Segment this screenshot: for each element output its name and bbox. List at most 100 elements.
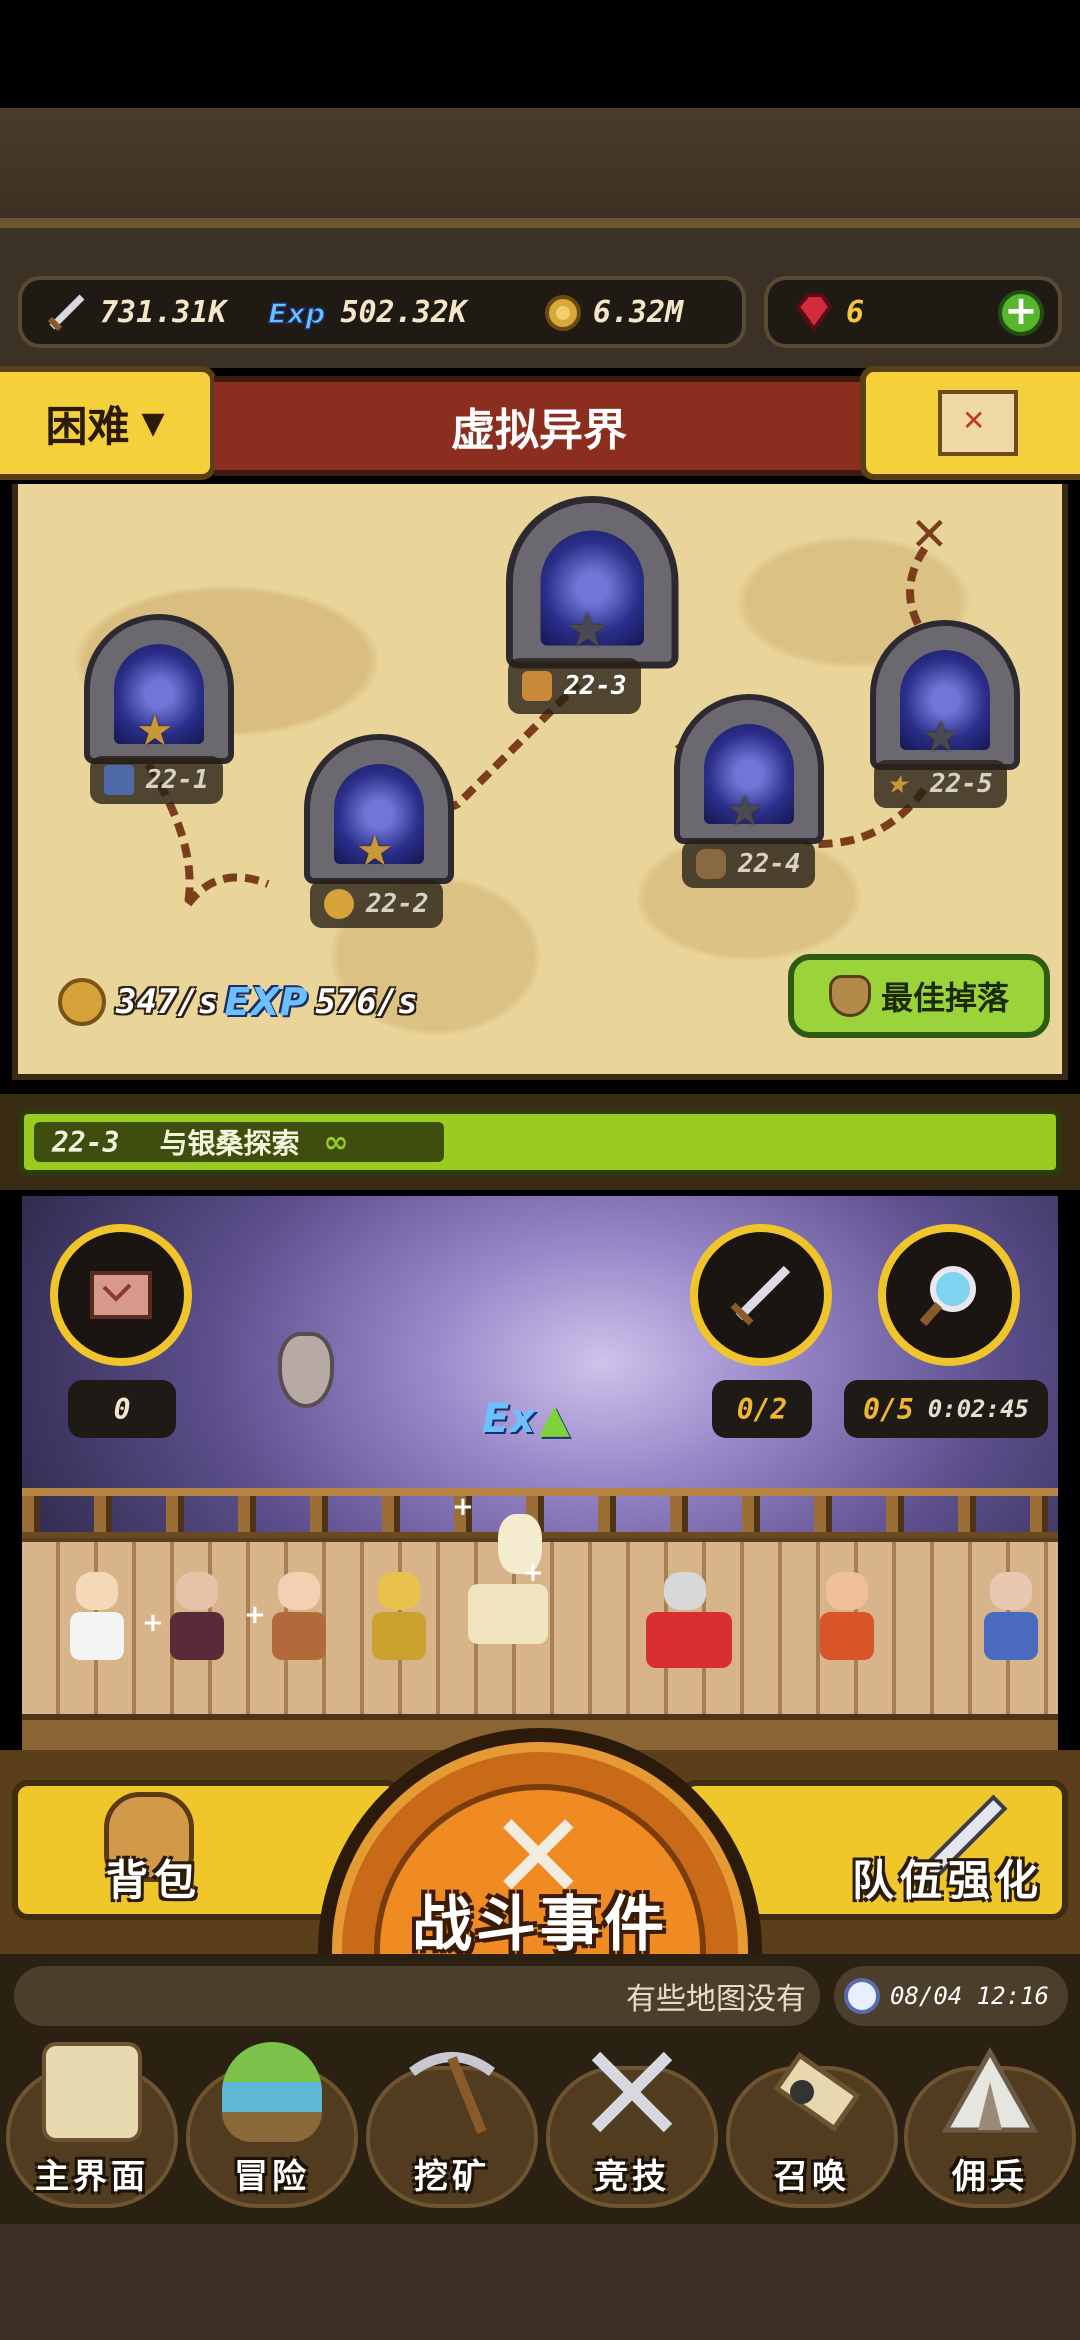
hero-face [378,1572,420,1610]
enemy-sprite [634,1546,744,1668]
stage-label-22-2: 22-2 [310,880,443,928]
gold-resource: 6.32M [537,289,683,335]
gold-icon [537,289,583,335]
stage-name: 与银桑探索 [159,1127,300,1160]
arrow-up-icon: ▲ [539,1396,570,1442]
scroll-count: 0 [68,1380,176,1438]
nav-mining[interactable]: 挖矿 [362,2030,542,2208]
scroll-icon [90,1271,152,1319]
best-drop-button[interactable]: 最佳掉落 [788,954,1050,1038]
income-rate: 347/s EXP 576/s [58,978,424,1026]
hero-sprite [52,1546,142,1666]
gold-icon [58,978,106,1026]
stage-number: 22-2 [366,889,429,919]
exp-resource: Exp 502.32K [266,289,467,335]
sparkle-icon: + [522,1558,544,1588]
world-title-text: 虚拟异界 [451,405,627,456]
stage-label-22-4: 22-4 [682,840,815,888]
hero-face [76,1572,118,1610]
ticker-text: 有些地图没有 [626,1982,806,2017]
ruby-icon [790,289,836,335]
stage-portal-22-4[interactable]: ★ [674,694,824,844]
status-bar [0,0,1080,108]
hero-body [70,1612,124,1660]
nav-summon[interactable]: 召唤 [722,2030,902,2208]
nav-summon-label: 召唤 [774,2157,850,2197]
search-count-value: 0/5 [863,1392,914,1426]
stage-info: 22-3 与银桑探索 ∞ [34,1122,444,1162]
hero-sprite [152,1546,242,1666]
nav-main[interactable]: 主界面 [2,2030,182,2208]
star-icon: ★ [356,826,394,875]
attack-value: 731.31K [100,294,227,330]
add-ruby-button[interactable]: + [998,290,1044,336]
summon-scroll-icon [762,2042,862,2142]
nav-adventure-label: 冒险 [234,2157,310,2197]
exp-rate: 576/s [315,982,418,1022]
stage-number: 22-1 [146,765,209,795]
hero-face [176,1572,218,1610]
floating-rock [278,1332,334,1408]
star-icon: ★ [136,706,174,755]
sword-count: 0/2 [712,1380,812,1438]
chevron-down-icon: ▼ [141,405,165,441]
bag-icon [696,849,726,879]
sword-event-button[interactable] [690,1224,832,1366]
best-drop-label: 最佳掉落 [880,979,1009,1017]
world-map: ✕ ★ 22-1 ★ 22-2 ★ 22-3 ★ 22-4 ★ ★ 22-5 3… [12,484,1068,1080]
loot-bag-icon [828,975,871,1017]
top-decoration [0,108,1080,228]
enemy-body [646,1612,732,1668]
ruby-value: 6 [846,294,865,330]
hero-face [990,1572,1032,1610]
scroll-button[interactable] [50,1224,192,1366]
stage-portal-22-5[interactable]: ★ [870,620,1020,770]
hero-face [278,1572,320,1610]
hero-body [820,1612,874,1660]
island-icon [222,2042,322,2142]
clock-datetime: 08/04 12:16 [890,1982,1049,2010]
nav-adventure[interactable]: 冒险 [182,2030,362,2208]
news-ticker: 有些地图没有 [14,1966,820,2026]
nav-arena[interactable]: 竞技 [542,2030,722,2208]
stage-portal-22-1[interactable]: ★ [84,614,234,764]
stage-portal-22-3[interactable]: ★ [506,496,679,669]
exp-badge: EXP [224,980,308,1024]
svg-text:Exp: Exp [268,297,325,330]
stage-progress-bar: 22-3 与银桑探索 ∞ [0,1094,1080,1190]
gold-rate: 347/s [116,982,219,1022]
difficulty-dropdown[interactable]: 困难 ▼ [0,366,216,480]
battle-scene: 0 0/2 0/5 0:02:45 Ex ▲ + + + + [22,1196,1058,1750]
attack-resource: 731.31K [44,289,226,335]
infinity-icon: ∞ [323,1124,349,1160]
exp-value: 502.32K [340,294,467,330]
nav-mercenary[interactable]: 佣兵 [900,2030,1080,2208]
enemy-head [664,1572,706,1610]
hero-body [372,1612,426,1660]
bridge: + + + + [22,1488,1058,1750]
star-icon: ★ [726,786,764,835]
star-icon: ★ [565,601,610,659]
current-stage: 22-3 [52,1125,120,1159]
clock: 08/04 12:16 [834,1966,1068,2026]
exp-buff-label: Ex [482,1396,536,1442]
bottom-decoration [0,2224,1080,2340]
stage-portal-22-2[interactable]: ★ [304,734,454,884]
stage-number: 22-4 [738,849,801,879]
scroll-count-value: 0 [113,1392,131,1426]
stage-number: 22-3 [564,671,627,701]
nav-mercenary-label: 佣兵 [952,2157,1028,2197]
equipment-icon [104,765,134,795]
search-button[interactable] [878,1224,1020,1366]
resource-bar: 731.31K Exp 502.32K 6.32M 6 + [0,228,1080,368]
world-title: 虚拟异界 [214,376,864,476]
stage-number: 22-5 [930,769,993,799]
gold-icon [324,889,354,919]
stage-label-22-1: 22-1 [90,756,223,804]
treasure-map-button[interactable] [860,366,1080,480]
hero-sprite [802,1546,892,1666]
exp-icon: Exp [266,289,330,335]
pickaxe-icon [402,2042,502,2142]
bottom-navigation: 有些地图没有 08/04 12:16 主界面 冒险 挖矿 竞技 召唤 佣兵 [0,1954,1080,2224]
clock-icon [844,1978,880,2014]
